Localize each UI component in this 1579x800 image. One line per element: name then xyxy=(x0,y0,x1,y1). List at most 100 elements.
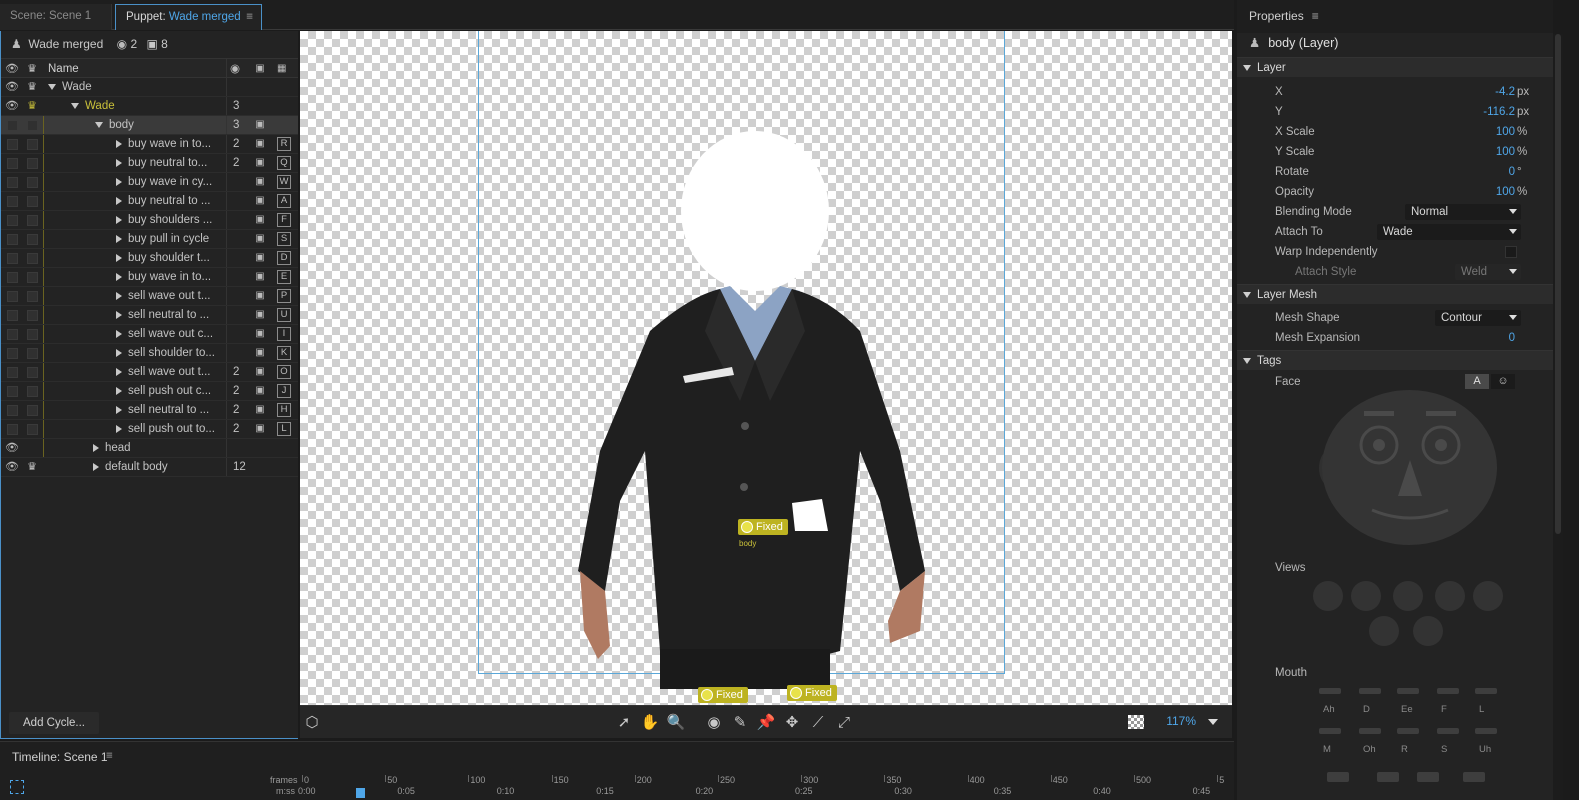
trigger-key[interactable]: O xyxy=(277,365,291,379)
trigger-key[interactable]: Q xyxy=(277,156,291,170)
layer-row[interactable]: sell wave out t... ▣ P xyxy=(1,287,298,306)
handles-column-icon[interactable]: ◉ xyxy=(230,59,240,79)
layer-row[interactable]: buy neutral to ... ▣ A xyxy=(1,192,298,211)
layer-name[interactable]: default body xyxy=(93,458,223,477)
crown-icon[interactable]: ♛ xyxy=(25,78,39,97)
trigger-key[interactable]: F xyxy=(277,213,291,227)
layer-row[interactable]: sell neutral to ... 2 ▣ H xyxy=(1,401,298,420)
eye-icon[interactable]: 👁 xyxy=(5,458,19,477)
layer-name[interactable]: buy neutral to... xyxy=(116,154,223,173)
layer-row[interactable]: 👁 head xyxy=(1,439,298,458)
disclosure-triangle-icon[interactable] xyxy=(116,272,122,281)
disclosure-triangle-icon[interactable] xyxy=(116,405,122,414)
layer-name[interactable]: Wade xyxy=(71,97,223,116)
eye-icon[interactable]: 👁 xyxy=(5,78,19,97)
independence-toggle-box[interactable] xyxy=(25,173,39,192)
mouth-shape-icon[interactable] xyxy=(1359,728,1381,734)
visibility-toggle-box[interactable] xyxy=(5,420,19,439)
layer-row[interactable]: sell shoulder to... ▣ K xyxy=(1,344,298,363)
view-downward-icon[interactable] xyxy=(1413,616,1443,646)
origin-tool-icon[interactable]: ◉ xyxy=(704,713,724,733)
add-cycle-button[interactable]: Add Cycle... xyxy=(9,712,99,734)
zoom-tool-icon[interactable]: 🔍 xyxy=(666,713,686,733)
layer-row[interactable]: sell push out to... 2 ▣ L xyxy=(1,420,298,439)
layer-name[interactable]: sell wave out t... xyxy=(116,363,223,382)
layer-group-icon[interactable]: ▣ xyxy=(254,138,266,149)
prop-x-value[interactable]: -4.2 xyxy=(1495,82,1515,102)
properties-tab[interactable]: Properties ≡ xyxy=(1237,0,1553,33)
disclosure-triangle-icon[interactable] xyxy=(116,329,122,338)
mouth-shape-icon[interactable] xyxy=(1475,688,1497,694)
independence-toggle-box[interactable] xyxy=(25,249,39,268)
layer-row[interactable]: sell push out c... 2 ▣ J xyxy=(1,382,298,401)
view-right-quarter-icon[interactable] xyxy=(1435,581,1465,611)
layer-row[interactable]: 👁 ♛ Wade 3 xyxy=(1,97,298,116)
layer-name[interactable]: buy wave in to... xyxy=(116,268,223,287)
disclosure-triangle-icon[interactable] xyxy=(116,158,122,167)
layer-name[interactable]: buy shoulder t... xyxy=(116,249,223,268)
layer-name[interactable]: sell push out to... xyxy=(116,420,223,439)
eye-icon[interactable]: 👁 xyxy=(5,97,19,116)
disclosure-triangle-icon[interactable] xyxy=(116,253,122,262)
properties-menu-icon[interactable]: ≡ xyxy=(1312,9,1319,23)
visibility-toggle-box[interactable] xyxy=(5,306,19,325)
trigger-key[interactable]: U xyxy=(277,308,291,322)
mouth-shape-icon[interactable] xyxy=(1417,772,1439,782)
warp-independently-checkbox[interactable] xyxy=(1505,246,1517,258)
layer-name[interactable]: buy wave in cy... xyxy=(116,173,223,192)
visibility-toggle-box[interactable] xyxy=(5,344,19,363)
panel-menu-icon[interactable]: ≡ xyxy=(246,5,253,30)
layer-name[interactable]: Wade xyxy=(48,78,223,97)
layer-group-icon[interactable]: ▣ xyxy=(254,347,266,358)
layer-row[interactable]: buy neutral to... 2 ▣ Q xyxy=(1,154,298,173)
hand-tool-icon[interactable]: ✋ xyxy=(640,713,660,733)
crown-icon[interactable]: ♛ xyxy=(25,97,39,116)
independence-toggle-box[interactable] xyxy=(25,268,39,287)
crown-icon[interactable]: ♛ xyxy=(25,458,39,477)
trigger-key-column-icon[interactable]: ▦ xyxy=(277,59,286,79)
independence-toggle-box[interactable] xyxy=(25,211,39,230)
prop-yscale-value[interactable]: 100 xyxy=(1496,142,1515,162)
layer-name[interactable]: head xyxy=(93,439,223,458)
mouth-shape-icon[interactable] xyxy=(1359,688,1381,694)
layer-row[interactable]: sell neutral to ... ▣ U xyxy=(1,306,298,325)
independence-toggle-box[interactable] xyxy=(25,306,39,325)
visibility-toggle-box[interactable] xyxy=(5,268,19,287)
trigger-key[interactable]: R xyxy=(277,137,291,151)
layer-row[interactable]: buy wave in cy... ▣ W xyxy=(1,173,298,192)
layer-name[interactable]: buy shoulders ... xyxy=(116,211,223,230)
trigger-key[interactable]: S xyxy=(277,232,291,246)
visibility-toggle-box[interactable] xyxy=(5,211,19,230)
prop-rotate-value[interactable]: 0 xyxy=(1509,162,1515,182)
prop-opacity-value[interactable]: 100 xyxy=(1496,182,1515,202)
layer-row[interactable]: sell wave out c... ▣ I xyxy=(1,325,298,344)
visibility-toggle-box[interactable] xyxy=(5,249,19,268)
disclosure-triangle-icon[interactable] xyxy=(116,310,122,319)
stick-tool-icon[interactable]: ⟋ xyxy=(808,713,828,733)
disclosure-triangle-icon[interactable] xyxy=(116,291,122,300)
layer-name[interactable]: sell shoulder to... xyxy=(116,344,223,363)
layer-name[interactable]: sell wave out c... xyxy=(116,325,223,344)
layer-name[interactable]: sell wave out t... xyxy=(116,287,223,306)
dragger-tool-icon[interactable]: ✥ xyxy=(782,713,802,733)
visibility-toggle-box[interactable] xyxy=(5,135,19,154)
disclosure-triangle-icon[interactable] xyxy=(95,121,103,128)
layer-group-icon[interactable]: ▣ xyxy=(254,214,266,225)
layer-group-icon[interactable]: ▣ xyxy=(254,157,266,168)
mouth-shape-icon[interactable] xyxy=(1475,728,1497,734)
section-layer-mesh[interactable]: Layer Mesh xyxy=(1237,284,1553,304)
rig-mode-icon[interactable]: ⬡ xyxy=(302,713,322,733)
independence-toggle-box[interactable] xyxy=(25,135,39,154)
layer-group-icon[interactable]: ▣ xyxy=(254,271,266,282)
layer-name[interactable]: sell push out c... xyxy=(116,382,223,401)
fixed-handle-body[interactable]: Fixed xyxy=(738,519,788,535)
independence-column-icon[interactable]: ♛ xyxy=(25,59,39,79)
properties-scrollbar[interactable] xyxy=(1553,34,1563,800)
fixed-handle-left-foot[interactable]: Fixed xyxy=(698,687,748,703)
attach-to-dropdown[interactable]: Wade xyxy=(1377,224,1521,240)
puppet-canvas[interactable]: Fixed body Fixed Fixed xyxy=(300,31,1232,705)
layer-row[interactable]: buy wave in to... 2 ▣ R xyxy=(1,135,298,154)
tab-puppet[interactable]: Puppet: Wade merged ≡ xyxy=(115,4,262,30)
prop-mesh-exp-value[interactable]: 0 xyxy=(1509,328,1515,348)
face-tag-diagram[interactable] xyxy=(1322,390,1497,545)
